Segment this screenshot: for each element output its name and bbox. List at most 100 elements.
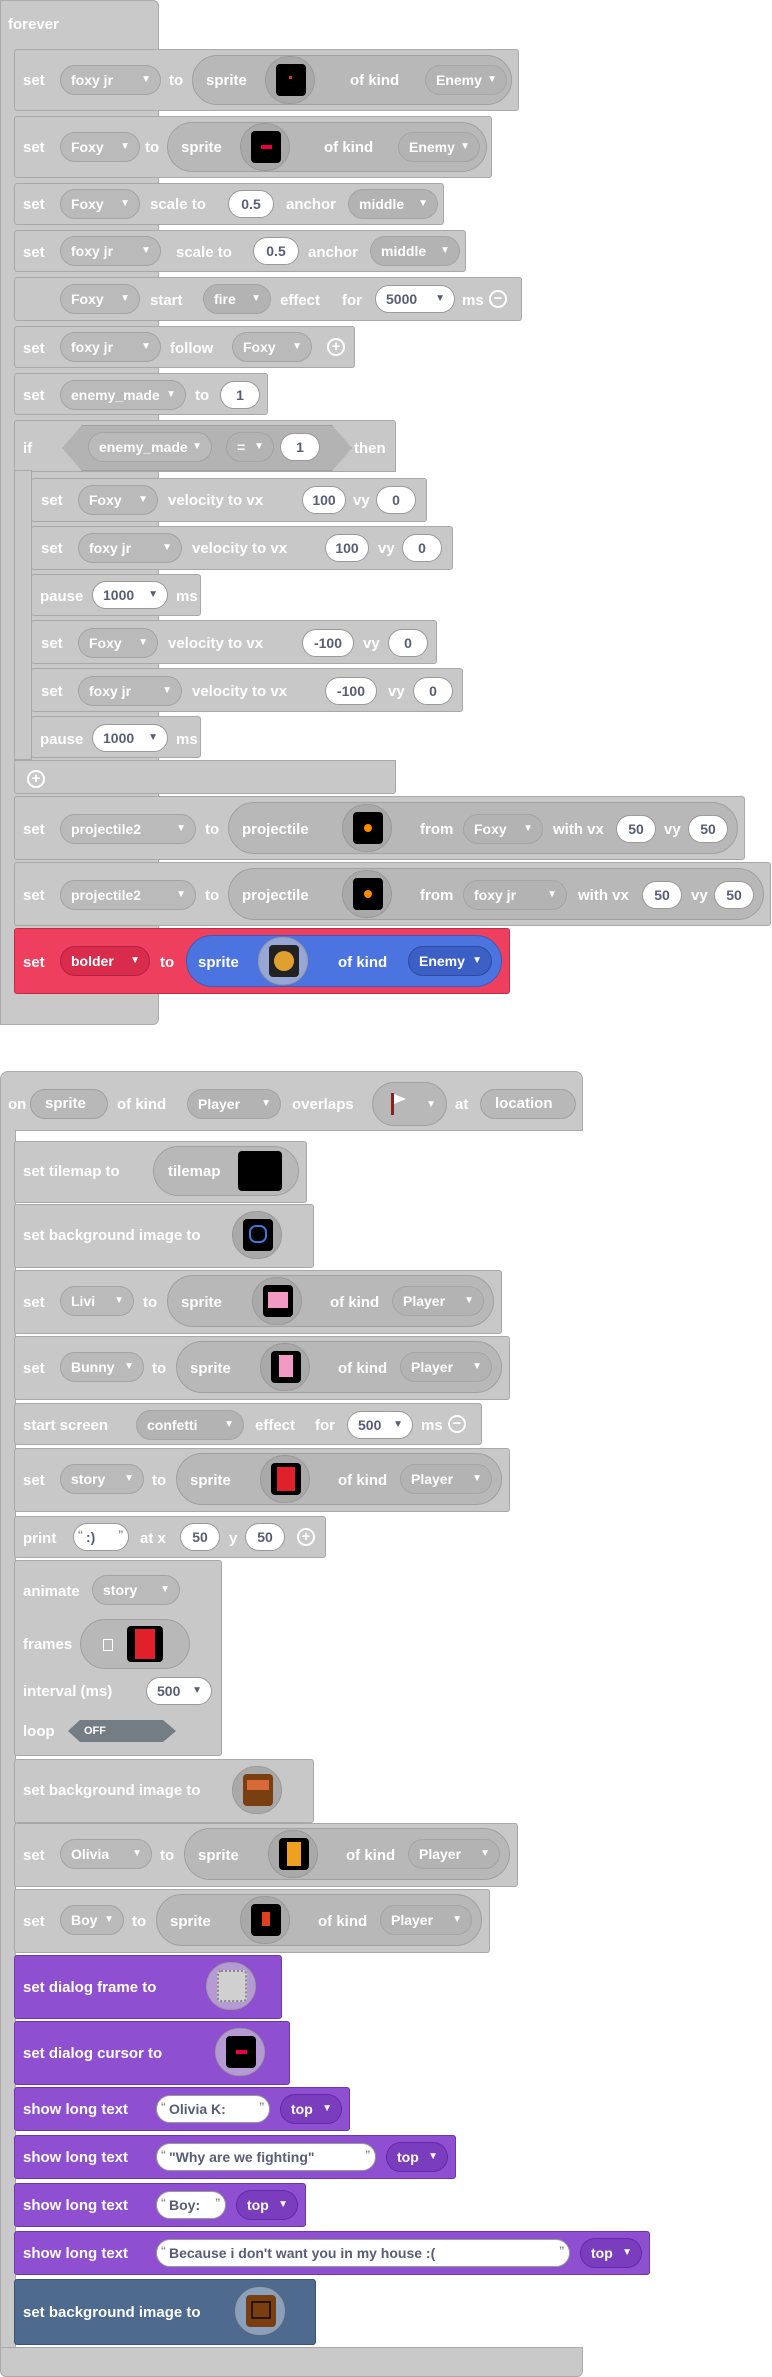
loop-toggle[interactable]: OFF <box>68 1720 176 1742</box>
tilemap-thumbnail[interactable] <box>238 1151 282 1191</box>
vx-input[interactable]: 100 <box>325 534 369 562</box>
projectile-image-thumbnail[interactable] <box>342 804 392 852</box>
variable-dropdown[interactable]: Boy <box>60 1905 124 1935</box>
vx-input[interactable]: 100 <box>302 486 346 514</box>
vy-input[interactable]: 50 <box>714 881 754 909</box>
location-parameter[interactable]: location <box>480 1089 576 1119</box>
long-text-input[interactable]: Because i don't want you in my house :( <box>156 2238 570 2267</box>
kind-dropdown[interactable]: Player <box>400 1352 492 1382</box>
variable-dropdown[interactable]: foxy jr <box>78 676 182 706</box>
text-position-dropdown[interactable]: top <box>236 2190 298 2220</box>
value-input[interactable]: 1 <box>220 381 260 409</box>
variable-dropdown[interactable]: foxy jr <box>60 332 161 362</box>
variable-dropdown[interactable]: Foxy <box>60 284 140 314</box>
variable-dropdown[interactable]: Foxy <box>78 628 158 658</box>
background-image-thumbnail[interactable] <box>232 1211 282 1259</box>
vy-input[interactable]: 50 <box>688 815 728 843</box>
sprite-image-thumbnail[interactable] <box>268 1830 318 1878</box>
animate-variable-dropdown[interactable]: story <box>92 1575 180 1605</box>
if-block-foot[interactable] <box>14 760 396 794</box>
sprite-image-thumbnail[interactable] <box>252 1277 302 1325</box>
y-input[interactable]: 50 <box>245 1523 285 1551</box>
kind-dropdown[interactable]: Player <box>400 1464 492 1494</box>
kind-dropdown[interactable]: Player <box>380 1905 472 1935</box>
frames-reporter[interactable] <box>80 1619 190 1669</box>
kind-dropdown[interactable]: Player <box>187 1089 281 1119</box>
dialog-frame-thumbnail[interactable] <box>206 1962 256 2010</box>
variable-dropdown[interactable]: projectile2 <box>60 880 196 910</box>
variable-dropdown[interactable]: Foxy <box>60 132 140 162</box>
sprite-image-thumbnail[interactable] <box>240 1896 290 1944</box>
kind-dropdown[interactable]: Enemy <box>408 946 492 976</box>
sprite-image-thumbnail[interactable] <box>260 1455 310 1503</box>
vx-input[interactable]: 50 <box>642 881 682 909</box>
tile-dropdown[interactable]: ▼ <box>372 1082 447 1126</box>
scale-input[interactable]: 0.5 <box>253 237 299 265</box>
kind-dropdown[interactable]: Enemy <box>425 65 507 95</box>
variable-dropdown[interactable]: Livi <box>60 1286 134 1316</box>
interval-dropdown[interactable]: 500 <box>146 1677 212 1705</box>
vx-input[interactable]: -100 <box>325 677 377 705</box>
screen-effect-dropdown[interactable]: confetti <box>136 1410 244 1440</box>
overlap-event-foot[interactable] <box>0 2347 583 2377</box>
sprite-image-thumbnail[interactable] <box>265 56 315 104</box>
variable-dropdown[interactable]: Bunny <box>60 1352 144 1382</box>
long-text-input[interactable]: "Why are we fighting" <box>156 2142 376 2171</box>
expand-plus-icon[interactable]: + <box>297 1528 315 1546</box>
anchor-dropdown[interactable]: middle <box>348 189 438 219</box>
print-text-input[interactable]: :) <box>73 1522 129 1551</box>
collapse-minus-icon[interactable]: − <box>489 290 507 308</box>
sprite-image-thumbnail[interactable] <box>240 123 290 171</box>
duration-dropdown[interactable]: 5000 <box>375 285 455 313</box>
kind-dropdown[interactable]: Player <box>392 1286 484 1316</box>
long-text-input[interactable]: Olivia K: <box>156 2094 270 2123</box>
vy-input[interactable]: 0 <box>413 677 453 705</box>
kind-dropdown[interactable]: Enemy <box>398 132 480 162</box>
duration-dropdown[interactable]: 500 <box>347 1411 413 1439</box>
background-image-thumbnail[interactable] <box>235 2287 285 2335</box>
background-image-thumbnail[interactable] <box>232 1766 282 1814</box>
text-position-dropdown[interactable]: top <box>386 2142 448 2172</box>
vx-input[interactable]: -100 <box>302 629 354 657</box>
condition-value-input[interactable]: 1 <box>280 433 320 461</box>
expand-plus-icon[interactable]: + <box>327 338 345 356</box>
variable-dropdown[interactable]: projectile2 <box>60 814 196 844</box>
frame-thumbnail[interactable] <box>127 1626 163 1662</box>
variable-dropdown[interactable]: Foxy <box>78 485 158 515</box>
variable-dropdown[interactable]: enemy_made <box>60 380 186 410</box>
variable-dropdown[interactable]: foxy jr <box>60 236 161 266</box>
from-dropdown[interactable]: foxy jr <box>463 880 567 910</box>
sprite-parameter[interactable]: sprite <box>30 1089 108 1119</box>
anchor-dropdown[interactable]: middle <box>370 236 460 266</box>
variable-dropdown[interactable]: foxy jr <box>78 533 182 563</box>
vx-input[interactable]: 50 <box>616 815 656 843</box>
collapse-minus-icon[interactable]: − <box>448 1415 466 1433</box>
x-input[interactable]: 50 <box>180 1523 220 1551</box>
if-label: if <box>23 440 33 457</box>
pause-duration-dropdown[interactable]: 1000 <box>92 724 168 752</box>
vy-input[interactable]: 0 <box>388 629 428 657</box>
condition-variable-dropdown[interactable]: enemy_made <box>88 432 212 462</box>
kind-dropdown[interactable]: Player <box>408 1839 500 1869</box>
vy-input[interactable]: 0 <box>402 534 442 562</box>
projectile-image-thumbnail[interactable] <box>342 870 392 918</box>
text-position-dropdown[interactable]: top <box>280 2094 342 2124</box>
target-dropdown[interactable]: Foxy <box>232 332 312 362</box>
text-position-dropdown[interactable]: top <box>580 2238 642 2268</box>
expand-plus-icon[interactable]: + <box>27 770 45 788</box>
variable-dropdown[interactable]: story <box>60 1464 144 1494</box>
vy-input[interactable]: 0 <box>376 486 416 514</box>
variable-dropdown[interactable]: Olivia <box>60 1839 152 1869</box>
effect-dropdown[interactable]: fire <box>203 284 271 314</box>
operator-dropdown[interactable]: = <box>226 432 274 462</box>
long-text-input[interactable]: Boy: <box>156 2190 226 2219</box>
pause-duration-dropdown[interactable]: 1000 <box>92 581 168 609</box>
scale-input[interactable]: 0.5 <box>228 190 274 218</box>
from-dropdown[interactable]: Foxy <box>463 814 543 844</box>
sprite-image-thumbnail[interactable] <box>260 1343 310 1391</box>
sprite-image-thumbnail[interactable] <box>258 937 308 985</box>
variable-dropdown[interactable]: Foxy <box>60 189 140 219</box>
variable-dropdown[interactable]: bolder <box>60 946 150 976</box>
dialog-cursor-thumbnail[interactable] <box>215 2028 265 2076</box>
variable-dropdown[interactable]: foxy jr <box>60 65 161 95</box>
